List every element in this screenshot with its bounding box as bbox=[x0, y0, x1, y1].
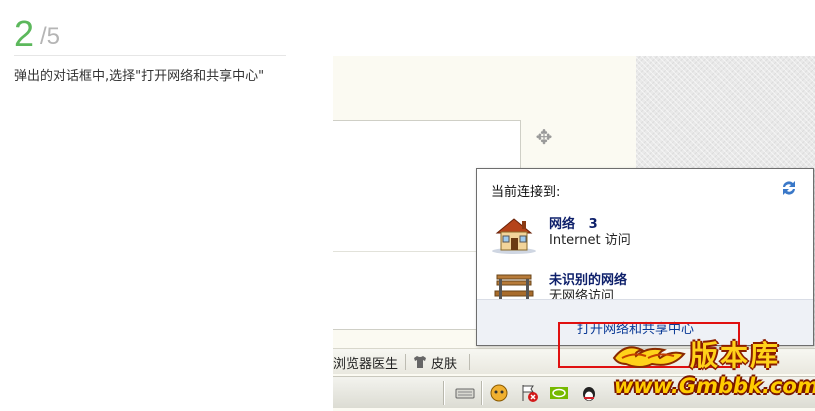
network-status: Internet 访问 bbox=[549, 233, 631, 248]
toolbar-separator bbox=[405, 354, 406, 370]
qq-penguin-icon[interactable] bbox=[579, 383, 599, 403]
face-icon[interactable] bbox=[489, 383, 509, 403]
nvidia-icon[interactable] bbox=[549, 383, 569, 403]
shirt-icon bbox=[413, 355, 427, 369]
watermark-logo: 版本库 www.Gmbbk.com bbox=[612, 334, 815, 408]
browser-doctor-button[interactable]: 浏览器医生 bbox=[333, 353, 399, 372]
network-popup: 当前连接到: 网络 3 Internet 访问 未识别的网络 无网络访问 打开网… bbox=[476, 168, 814, 346]
browser-doctor-label: 浏览器医生 bbox=[333, 356, 399, 372]
watermark-url: www.Gmbbk.com bbox=[614, 374, 815, 398]
watermark-brand: 版本库 bbox=[612, 334, 812, 374]
step-total: /5 bbox=[40, 23, 61, 50]
popup-title: 当前连接到: bbox=[491, 185, 561, 200]
tray-separator bbox=[481, 381, 483, 405]
move-icon[interactable]: ✥ bbox=[533, 126, 555, 148]
step-description: 弹出的对话框中,选择"打开网络和共享中心" bbox=[14, 69, 265, 84]
watermark-flame-icon bbox=[612, 338, 686, 378]
keyboard-icon[interactable] bbox=[455, 383, 475, 403]
flag-error-icon[interactable] bbox=[519, 383, 539, 403]
watermark-brand-text: 版本库 bbox=[690, 339, 781, 372]
skin-button[interactable]: 皮肤 bbox=[413, 353, 458, 372]
network-item[interactable]: 网络 3 Internet 访问 bbox=[489, 211, 789, 255]
skin-label: 皮肤 bbox=[431, 356, 458, 372]
toolbar-separator bbox=[469, 354, 470, 370]
step-number: 2 bbox=[14, 13, 35, 54]
house-icon bbox=[489, 211, 539, 255]
refresh-icon[interactable] bbox=[779, 178, 799, 198]
tray-separator bbox=[443, 381, 445, 405]
step-header: 2 /5 bbox=[14, 10, 286, 56]
